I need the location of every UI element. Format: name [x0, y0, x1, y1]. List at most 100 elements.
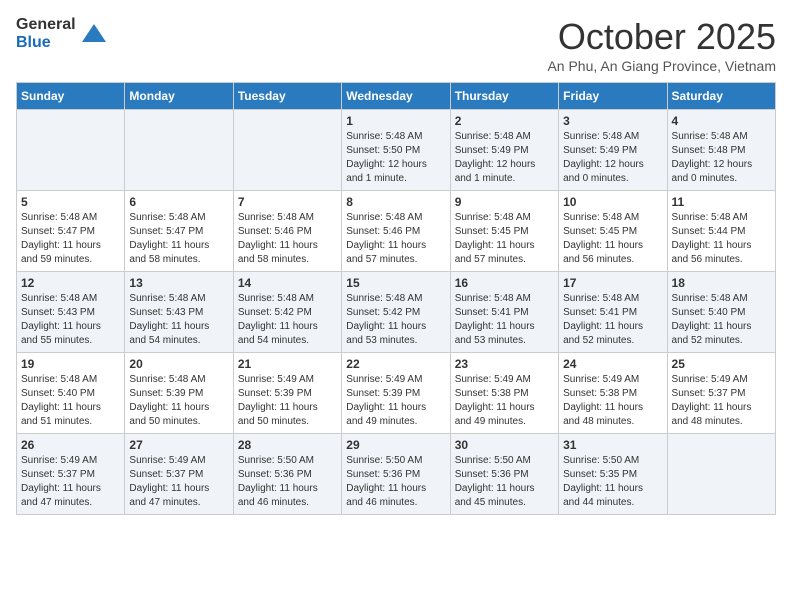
day-number: 20 [129, 357, 228, 371]
month-title: October 2025 [547, 16, 776, 58]
calendar-cell: 16 Sunrise: 5:48 AM Sunset: 5:41 PM Dayli… [450, 272, 558, 353]
day-info: Sunrise: 5:50 AM Sunset: 5:36 PM Dayligh… [455, 454, 554, 510]
day-number: 8 [346, 195, 445, 209]
calendar-cell: 28Sunrise: 5:50 AM Sunset: 5:36 PM Dayli… [233, 434, 341, 515]
column-header-saturday: Saturday [667, 83, 775, 110]
calendar-cell: 11 Sunrise: 5:48 AM Sunset: 5:44 PM Dayli… [667, 191, 775, 272]
calendar-cell: 10Sunrise: 5:48 AM Sunset: 5:45 PM Dayli… [559, 191, 667, 272]
day-info: Sunrise: 5:48 AM Sunset: 5:47 PM Dayligh… [21, 211, 120, 267]
day-info: Sunrise: 5:49 AM Sunset: 5:39 PM Dayligh… [346, 373, 445, 429]
day-info: Sunrise: 5:48 AM Sunset: 5:50 PM Dayligh… [346, 130, 445, 186]
calendar-cell: 5 Sunrise: 5:48 AM Sunset: 5:47 PM Daylig… [17, 191, 125, 272]
day-info: Sunrise: 5:50 AM Sunset: 5:35 PM Dayligh… [563, 454, 662, 510]
calendar-cell: 13 Sunrise: 5:48 AM Sunset: 5:43 PM Dayli… [125, 272, 233, 353]
calendar-cell [667, 434, 775, 515]
calendar-cell: 24Sunrise: 5:49 AM Sunset: 5:38 PM Dayli… [559, 353, 667, 434]
day-number: 28 [238, 438, 337, 452]
logo-general: General [16, 16, 76, 34]
column-header-wednesday: Wednesday [342, 83, 450, 110]
calendar-cell: 17Sunrise: 5:48 AM Sunset: 5:41 PM Dayli… [559, 272, 667, 353]
day-number: 4 [672, 114, 771, 128]
day-info: Sunrise: 5:49 AM Sunset: 5:38 PM Dayligh… [563, 373, 662, 429]
title-area: October 2025 An Phu, An Giang Province, … [547, 16, 776, 74]
day-info: Sunrise: 5:49 AM Sunset: 5:39 PM Dayligh… [238, 373, 337, 429]
day-info: Sunrise: 5:49 AM Sunset: 5:37 PM Dayligh… [672, 373, 771, 429]
location-subtitle: An Phu, An Giang Province, Vietnam [547, 58, 776, 74]
day-number: 22 [346, 357, 445, 371]
calendar-cell: 18Sunrise: 5:48 AM Sunset: 5:40 PM Dayli… [667, 272, 775, 353]
calendar-cell: 3 Sunrise: 5:48 AM Sunset: 5:49 PM Daylig… [559, 110, 667, 191]
day-info: Sunrise: 5:48 AM Sunset: 5:42 PM Dayligh… [346, 292, 445, 348]
day-info: Sunrise: 5:48 AM Sunset: 5:39 PM Dayligh… [129, 373, 228, 429]
day-info: Sunrise: 5:48 AM Sunset: 5:49 PM Dayligh… [455, 130, 554, 186]
day-number: 21 [238, 357, 337, 371]
day-number: 19 [21, 357, 120, 371]
week-row-2: 5 Sunrise: 5:48 AM Sunset: 5:47 PM Daylig… [17, 191, 776, 272]
day-info: Sunrise: 5:48 AM Sunset: 5:46 PM Dayligh… [346, 211, 445, 267]
calendar-cell: 26 Sunrise: 5:49 AM Sunset: 5:37 PM Dayli… [17, 434, 125, 515]
calendar-cell: 15Sunrise: 5:48 AM Sunset: 5:42 PM Dayli… [342, 272, 450, 353]
calendar-cell: 12 Sunrise: 5:48 AM Sunset: 5:43 PM Dayli… [17, 272, 125, 353]
day-info: Sunrise: 5:49 AM Sunset: 5:38 PM Dayligh… [455, 373, 554, 429]
day-number: 29 [346, 438, 445, 452]
calendar-cell [17, 110, 125, 191]
header-row: SundayMondayTuesdayWednesdayThursdayFrid… [17, 83, 776, 110]
day-info: Sunrise: 5:48 AM Sunset: 5:47 PM Dayligh… [129, 211, 228, 267]
day-info: Sunrise: 5:49 AM Sunset: 5:37 PM Dayligh… [129, 454, 228, 510]
logo: General Blue [16, 16, 108, 51]
day-number: 2 [455, 114, 554, 128]
day-number: 5 [21, 195, 120, 209]
logo-icon [80, 20, 108, 48]
calendar-cell: 31 Sunrise: 5:50 AM Sunset: 5:35 PM Dayli… [559, 434, 667, 515]
week-row-3: 12 Sunrise: 5:48 AM Sunset: 5:43 PM Dayli… [17, 272, 776, 353]
day-info: Sunrise: 5:48 AM Sunset: 5:48 PM Dayligh… [672, 130, 771, 186]
logo-blue: Blue [16, 34, 76, 52]
column-header-tuesday: Tuesday [233, 83, 341, 110]
calendar-cell: 25Sunrise: 5:49 AM Sunset: 5:37 PM Dayli… [667, 353, 775, 434]
day-number: 3 [563, 114, 662, 128]
day-number: 27 [129, 438, 228, 452]
calendar-cell [233, 110, 341, 191]
day-number: 6 [129, 195, 228, 209]
day-info: Sunrise: 5:48 AM Sunset: 5:41 PM Dayligh… [563, 292, 662, 348]
day-number: 26 [21, 438, 120, 452]
calendar-cell: 19 Sunrise: 5:48 AM Sunset: 5:40 PM Dayli… [17, 353, 125, 434]
calendar-cell: 30Sunrise: 5:50 AM Sunset: 5:36 PM Dayli… [450, 434, 558, 515]
day-info: Sunrise: 5:48 AM Sunset: 5:42 PM Dayligh… [238, 292, 337, 348]
day-number: 31 [563, 438, 662, 452]
day-info: Sunrise: 5:48 AM Sunset: 5:45 PM Dayligh… [455, 211, 554, 267]
day-number: 7 [238, 195, 337, 209]
column-header-sunday: Sunday [17, 83, 125, 110]
day-number: 14 [238, 276, 337, 290]
day-number: 12 [21, 276, 120, 290]
day-number: 18 [672, 276, 771, 290]
week-row-1: 1 Sunrise: 5:48 AM Sunset: 5:50 PM Daylig… [17, 110, 776, 191]
day-info: Sunrise: 5:48 AM Sunset: 5:46 PM Dayligh… [238, 211, 337, 267]
day-number: 13 [129, 276, 228, 290]
day-info: Sunrise: 5:49 AM Sunset: 5:37 PM Dayligh… [21, 454, 120, 510]
day-info: Sunrise: 5:48 AM Sunset: 5:49 PM Dayligh… [563, 130, 662, 186]
week-row-4: 19 Sunrise: 5:48 AM Sunset: 5:40 PM Dayli… [17, 353, 776, 434]
day-info: Sunrise: 5:48 AM Sunset: 5:44 PM Dayligh… [672, 211, 771, 267]
calendar-cell: 29 Sunrise: 5:50 AM Sunset: 5:36 PM Dayli… [342, 434, 450, 515]
day-number: 11 [672, 195, 771, 209]
calendar-cell: 27 Sunrise: 5:49 AM Sunset: 5:37 PM Dayli… [125, 434, 233, 515]
day-info: Sunrise: 5:48 AM Sunset: 5:43 PM Dayligh… [129, 292, 228, 348]
calendar-cell: 20 Sunrise: 5:48 AM Sunset: 5:39 PM Dayli… [125, 353, 233, 434]
day-number: 9 [455, 195, 554, 209]
page-header: General Blue October 2025 An Phu, An Gia… [16, 16, 776, 74]
day-info: Sunrise: 5:48 AM Sunset: 5:40 PM Dayligh… [21, 373, 120, 429]
day-number: 16 [455, 276, 554, 290]
day-number: 1 [346, 114, 445, 128]
day-info: Sunrise: 5:48 AM Sunset: 5:43 PM Dayligh… [21, 292, 120, 348]
calendar-cell: 21 Sunrise: 5:49 AM Sunset: 5:39 PM Dayli… [233, 353, 341, 434]
column-header-friday: Friday [559, 83, 667, 110]
calendar-cell: 2 Sunrise: 5:48 AM Sunset: 5:49 PM Daylig… [450, 110, 558, 191]
day-info: Sunrise: 5:48 AM Sunset: 5:41 PM Dayligh… [455, 292, 554, 348]
calendar-cell: 22 Sunrise: 5:49 AM Sunset: 5:39 PM Dayli… [342, 353, 450, 434]
calendar-cell [125, 110, 233, 191]
column-header-monday: Monday [125, 83, 233, 110]
day-info: Sunrise: 5:50 AM Sunset: 5:36 PM Dayligh… [346, 454, 445, 510]
column-header-thursday: Thursday [450, 83, 558, 110]
calendar-cell: 7 Sunrise: 5:48 AM Sunset: 5:46 PM Daylig… [233, 191, 341, 272]
